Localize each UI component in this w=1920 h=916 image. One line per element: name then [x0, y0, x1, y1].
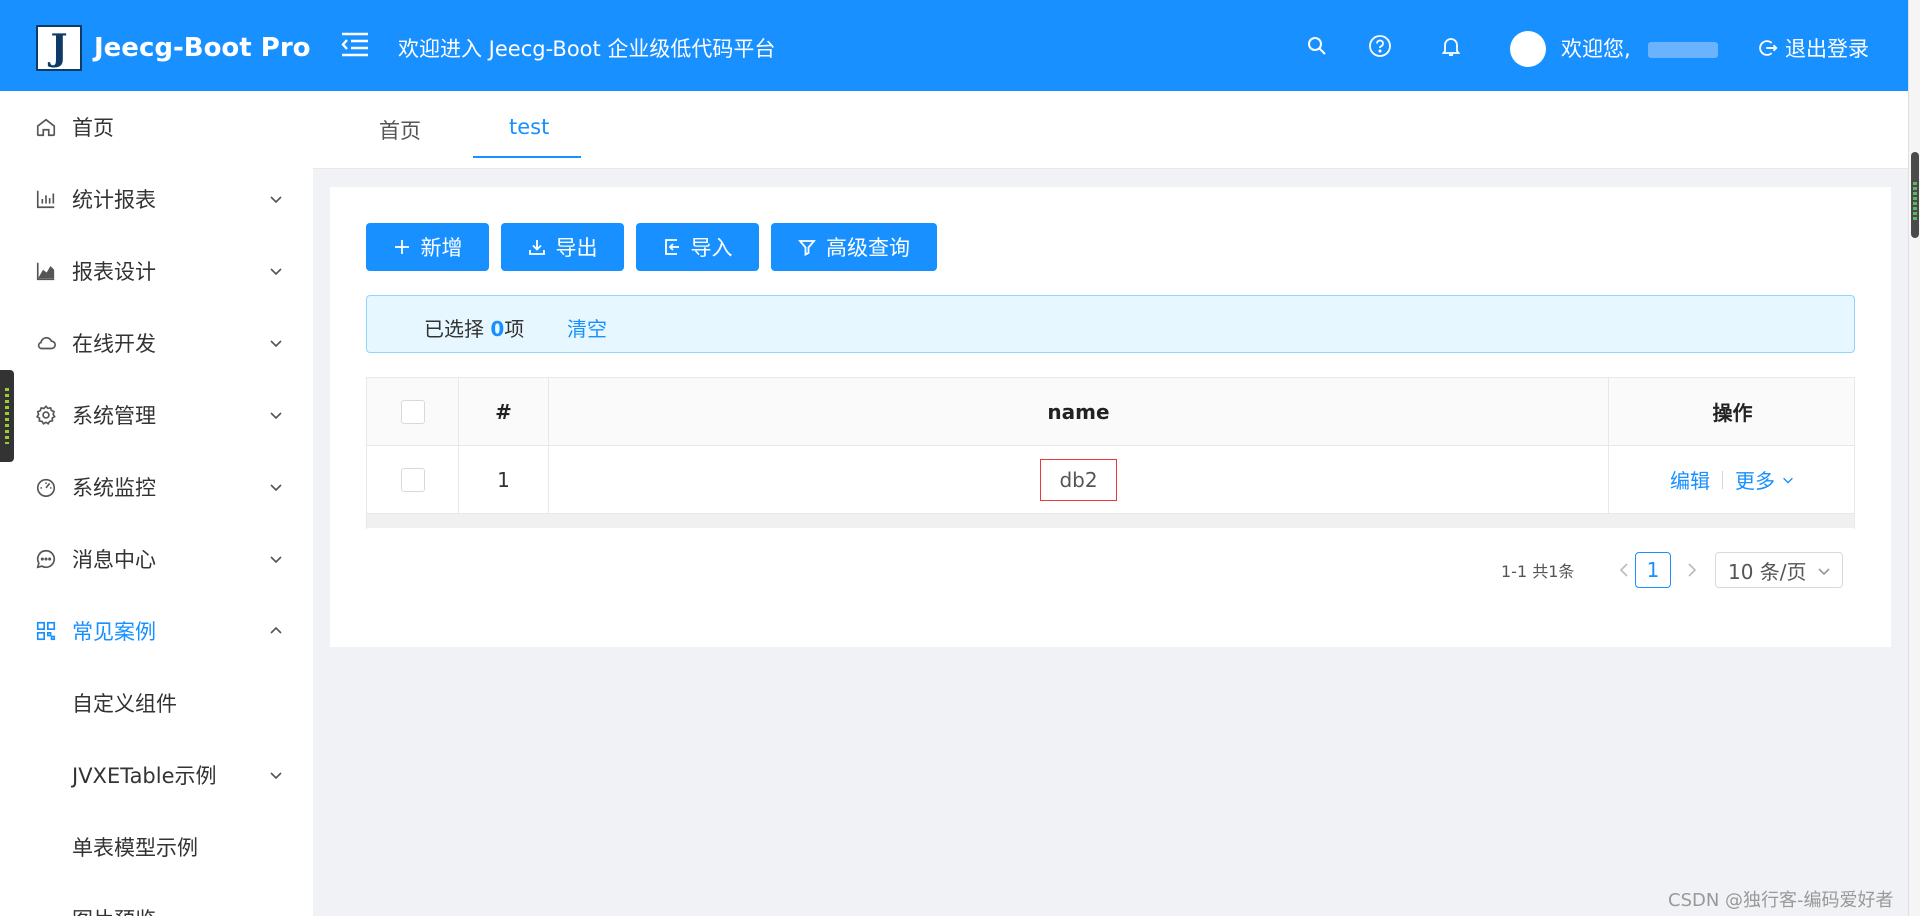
side-drag-handle[interactable] [0, 370, 14, 462]
sidebar-item-system-monitor[interactable]: 系统监控 [0, 451, 313, 523]
dashboard-icon [34, 475, 58, 499]
edit-link[interactable]: 编辑 [1670, 465, 1710, 494]
sidebar-item-single-table[interactable]: 单表模型示例 [0, 811, 313, 883]
content-card: 新增 导出 导入 高级查询 已选择 0项 清空 # name 操作 1 db2 … [330, 187, 1891, 647]
gear-icon [34, 403, 58, 427]
qrcode-icon [34, 619, 58, 643]
sidebar-item-system-admin[interactable]: 系统管理 [0, 379, 313, 451]
action-divider [1722, 470, 1723, 489]
chevron-down-icon [270, 196, 282, 204]
sidebar: 首页 统计报表 报表设计 在线开发 系统管理 系统监控 消息中心 常见案例 自定… [0, 91, 313, 916]
chevron-up-icon [270, 626, 282, 634]
plus-icon [394, 240, 409, 254]
selected-count: 0 [490, 317, 505, 341]
chevron-down-icon [1783, 477, 1793, 484]
import-icon [664, 239, 679, 255]
prev-page-icon[interactable] [1614, 560, 1634, 580]
page-size-select[interactable]: 10 条/页 [1715, 552, 1843, 588]
sidebar-item-home[interactable]: 首页 [0, 91, 313, 163]
table-row: 1 db2 编辑 更多 [367, 446, 1854, 514]
sidebar-item-jvxetable[interactable]: JVXETable示例 [0, 739, 313, 811]
data-table: # name 操作 1 db2 编辑 更多 [366, 377, 1855, 529]
cloud-icon [34, 331, 58, 355]
masked-username [1648, 42, 1718, 58]
bell-icon[interactable] [1439, 34, 1463, 58]
download-icon [528, 240, 545, 255]
tab-test[interactable]: test [509, 115, 549, 139]
sidebar-item-online-dev[interactable]: 在线开发 [0, 307, 313, 379]
active-tab-indicator [473, 156, 581, 158]
chevron-down-icon [270, 340, 282, 348]
chevron-down-icon [270, 412, 282, 420]
column-header-actions: 操作 [1712, 401, 1753, 425]
sidebar-item-common-cases[interactable]: 常见案例 [0, 595, 313, 667]
row-checkbox[interactable] [400, 467, 425, 492]
filter-icon [798, 240, 816, 256]
tab-bar: 首页 test [313, 91, 1908, 169]
sidebar-item-custom-components[interactable]: 自定义组件 [0, 667, 313, 739]
scrollbar-thumb[interactable] [1911, 152, 1919, 238]
export-button[interactable]: 导出 [501, 223, 624, 271]
search-icon[interactable] [1305, 34, 1329, 58]
page-scrollbar[interactable] [1908, 0, 1920, 916]
import-button[interactable]: 导入 [636, 223, 759, 271]
logo-mark: J [36, 25, 82, 71]
avatar[interactable] [1510, 31, 1546, 67]
help-icon[interactable] [1368, 34, 1392, 58]
chevron-down-icon [1818, 568, 1830, 576]
area-chart-icon [34, 259, 58, 283]
row-index: 1 [459, 446, 549, 513]
select-all-checkbox[interactable] [400, 399, 425, 424]
logo[interactable]: J Jeecg-Boot Pro [36, 23, 311, 73]
welcome-message: 欢迎进入 Jeecg-Boot 企业级低代码平台 [398, 37, 776, 61]
logout-button[interactable]: 退出登录 [1757, 33, 1869, 63]
chevron-down-icon [270, 556, 282, 564]
more-dropdown[interactable]: 更多 [1735, 465, 1795, 494]
table-horizontal-scrollbar[interactable] [367, 514, 1854, 528]
watermark: CSDN @独行客-编码爱好者 [1668, 890, 1894, 911]
current-page-button[interactable]: 1 [1635, 552, 1671, 588]
message-icon [34, 547, 58, 571]
chevron-down-icon [270, 268, 282, 276]
row-name: db2 [1040, 458, 1117, 501]
chevron-down-icon [270, 772, 282, 780]
bar-chart-icon [34, 187, 58, 211]
pagination-total: 1-1 共1条 [1501, 562, 1575, 581]
selection-info: 已选择 0项 [424, 317, 525, 341]
tab-home[interactable]: 首页 [379, 115, 421, 145]
selection-alert: 已选择 0项 清空 [366, 295, 1855, 353]
add-button[interactable]: 新增 [366, 223, 489, 271]
chevron-down-icon [270, 484, 282, 492]
sidebar-item-statistics[interactable]: 统计报表 [0, 163, 313, 235]
logout-icon [1759, 40, 1778, 56]
column-header-name: name [549, 378, 1609, 445]
next-page-icon[interactable] [1682, 560, 1702, 580]
menu-fold-icon[interactable] [339, 28, 371, 60]
home-icon [34, 115, 58, 139]
table-header: # name 操作 [367, 378, 1854, 446]
sidebar-item-image-preview[interactable]: 图片预览 [0, 883, 313, 916]
advanced-query-button[interactable]: 高级查询 [771, 223, 937, 271]
user-greeting: 欢迎您, [1561, 37, 1631, 61]
sidebar-item-message-center[interactable]: 消息中心 [0, 523, 313, 595]
column-header-index: # [459, 378, 549, 445]
sidebar-item-report-design[interactable]: 报表设计 [0, 235, 313, 307]
clear-selection-link[interactable]: 清空 [567, 313, 607, 342]
top-header: J Jeecg-Boot Pro 欢迎进入 Jeecg-Boot 企业级低代码平… [0, 0, 1908, 91]
app-title: Jeecg-Boot Pro [94, 33, 311, 63]
